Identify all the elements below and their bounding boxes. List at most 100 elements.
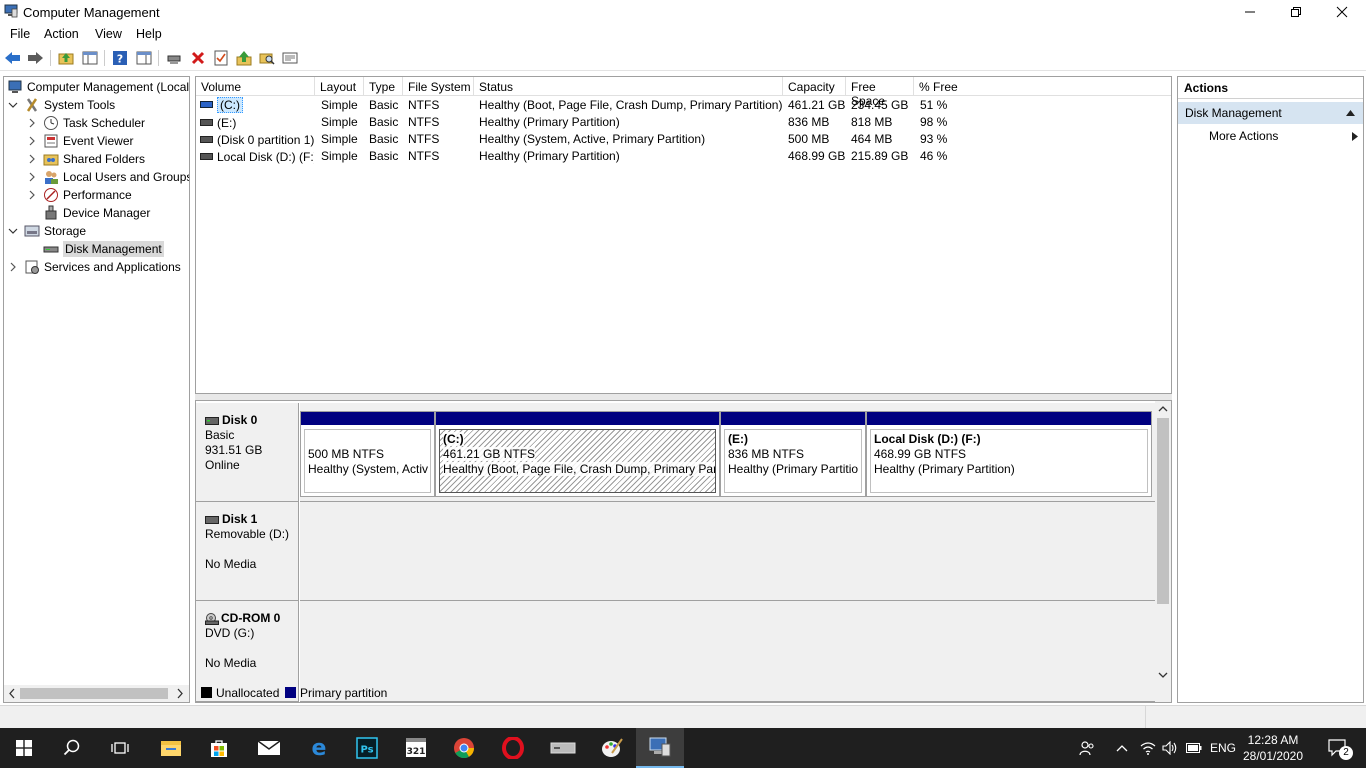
disk-0-row[interactable]: Disk 0 Basic 931.51 GB Online 500 MB NTF… bbox=[196, 403, 1156, 502]
clock-date: 28/01/2020 bbox=[1242, 749, 1304, 763]
tree-item-task-scheduler[interactable]: Task Scheduler bbox=[27, 114, 145, 132]
column-header-file-system[interactable]: File System bbox=[403, 77, 474, 96]
search-button[interactable] bbox=[258, 49, 276, 67]
tree-item-storage[interactable]: Storage bbox=[8, 222, 86, 240]
collapse-up-icon[interactable] bbox=[1346, 110, 1355, 116]
drive-icon bbox=[200, 115, 213, 126]
connect-button[interactable] bbox=[165, 49, 183, 67]
chevron-right-icon[interactable] bbox=[27, 118, 37, 128]
chevron-right-icon[interactable] bbox=[27, 136, 37, 146]
input-language-button[interactable]: ENG bbox=[1208, 728, 1238, 768]
partition-e[interactable]: (E:) 836 MB NTFS Healthy (Primary Partit… bbox=[720, 411, 866, 497]
column-header-free-space[interactable]: Free Space bbox=[846, 77, 914, 108]
disk-1-row[interactable]: Disk 1 Removable (D:) No Media bbox=[196, 502, 1156, 601]
scroll-up-icon[interactable] bbox=[1158, 405, 1168, 413]
column-header-percent-free[interactable]: % Free bbox=[914, 77, 1171, 96]
delete-button[interactable] bbox=[189, 49, 207, 67]
clock[interactable]: 12:28 AM 28/01/2020 bbox=[1238, 732, 1308, 764]
chevron-right-icon[interactable] bbox=[8, 262, 18, 272]
chevron-right-icon[interactable] bbox=[27, 172, 37, 182]
column-header-layout[interactable]: Layout bbox=[315, 77, 364, 96]
disk-0-label[interactable]: Disk 0 Basic 931.51 GB Online bbox=[196, 403, 299, 502]
opera-button[interactable] bbox=[489, 728, 537, 768]
up-arrow-button[interactable] bbox=[235, 49, 253, 67]
scroll-right-icon[interactable] bbox=[175, 688, 185, 699]
partition-d-f[interactable]: Local Disk (D:) (F:) 468.99 GB NTFS Heal… bbox=[866, 411, 1152, 497]
close-button[interactable] bbox=[1319, 0, 1365, 24]
export-list-button[interactable] bbox=[281, 49, 299, 67]
action-center-button[interactable]: 2 bbox=[1318, 728, 1358, 768]
disk-1-label[interactable]: Disk 1 Removable (D:) No Media bbox=[196, 502, 299, 601]
scrollbar-thumb[interactable] bbox=[1157, 418, 1169, 604]
minimize-button[interactable] bbox=[1227, 0, 1273, 24]
free-space-cell: 464 MB bbox=[851, 132, 893, 146]
tree-item-shared-folders[interactable]: Shared Folders bbox=[27, 150, 145, 168]
tree-horizontal-scrollbar[interactable] bbox=[4, 685, 189, 702]
scroll-left-icon[interactable] bbox=[7, 688, 17, 699]
disk-management-icon bbox=[43, 241, 59, 257]
chevron-right-icon[interactable] bbox=[27, 154, 37, 164]
file-explorer-button[interactable] bbox=[147, 728, 195, 768]
restore-button[interactable] bbox=[1273, 0, 1319, 24]
status-divider bbox=[1145, 706, 1146, 728]
title-bar: Computer Management bbox=[0, 0, 1366, 24]
mail-button[interactable] bbox=[245, 728, 293, 768]
menu-action[interactable]: Action bbox=[44, 27, 79, 41]
submenu-arrow-icon[interactable] bbox=[1352, 132, 1358, 141]
capacity-cell: 500 MB bbox=[788, 132, 830, 146]
edge-browser-button[interactable]: e bbox=[295, 728, 343, 768]
start-button[interactable] bbox=[0, 728, 48, 768]
tree-item-computer-management[interactable]: Computer Management (Local bbox=[7, 78, 189, 96]
disk-1-empty-area bbox=[300, 502, 1156, 601]
disk-view-vertical-scrollbar[interactable] bbox=[1155, 401, 1171, 702]
show-hide-action-pane-button[interactable] bbox=[135, 49, 153, 67]
up-one-level-button[interactable] bbox=[57, 49, 75, 67]
chrome-button[interactable] bbox=[440, 728, 488, 768]
actions-section-disk-management[interactable]: Disk Management bbox=[1178, 102, 1363, 124]
chevron-down-icon[interactable] bbox=[8, 226, 18, 236]
column-header-type[interactable]: Type bbox=[364, 77, 403, 96]
drive-app-button[interactable] bbox=[539, 728, 587, 768]
search-button[interactable] bbox=[48, 728, 96, 768]
computer-management-taskbar-button[interactable] bbox=[636, 728, 684, 768]
show-hide-console-tree-button[interactable] bbox=[81, 49, 99, 67]
tree-item-services-and-applications[interactable]: Services and Applications bbox=[8, 258, 181, 276]
media-player-button[interactable]: 321 bbox=[392, 728, 440, 768]
tree-item-disk-management[interactable]: Disk Management bbox=[43, 240, 164, 258]
chevron-down-icon[interactable] bbox=[8, 100, 18, 110]
properties-button[interactable] bbox=[212, 49, 230, 67]
window-title: Computer Management bbox=[23, 5, 160, 20]
tree-item-performance[interactable]: Performance bbox=[27, 186, 132, 204]
scrollbar-thumb[interactable] bbox=[20, 688, 168, 699]
free-space-cell: 215.89 GB bbox=[851, 149, 909, 163]
tree-item-device-manager[interactable]: Device Manager bbox=[43, 204, 150, 222]
back-button[interactable] bbox=[4, 49, 22, 67]
tree-item-event-viewer[interactable]: Event Viewer bbox=[27, 132, 133, 150]
menu-view[interactable]: View bbox=[95, 27, 122, 41]
forward-button[interactable] bbox=[26, 49, 44, 67]
column-header-capacity[interactable]: Capacity bbox=[783, 77, 846, 96]
store-button[interactable] bbox=[195, 728, 243, 768]
partition-system[interactable]: 500 MB NTFS Healthy (System, Activ bbox=[300, 411, 435, 497]
scroll-down-icon[interactable] bbox=[1158, 671, 1168, 679]
menu-help[interactable]: Help bbox=[136, 27, 162, 41]
tree-item-local-users-and-groups[interactable]: Local Users and Groups bbox=[27, 168, 189, 186]
more-actions-item[interactable]: More Actions bbox=[1209, 129, 1278, 143]
partition-c[interactable]: (C:) 461.21 GB NTFS Healthy (Boot, Page … bbox=[435, 411, 720, 497]
people-button[interactable] bbox=[1075, 728, 1099, 768]
paint-app-button[interactable] bbox=[588, 728, 636, 768]
column-header-volume[interactable]: Volume bbox=[196, 77, 315, 96]
network-button[interactable] bbox=[1138, 728, 1158, 768]
primary-partition-band bbox=[867, 412, 1151, 425]
computer-icon bbox=[7, 79, 23, 95]
photoshop-button[interactable]: Ps bbox=[343, 728, 391, 768]
column-header-status[interactable]: Status bbox=[474, 77, 783, 96]
help-button[interactable]: ? bbox=[111, 49, 129, 67]
chevron-right-icon[interactable] bbox=[27, 190, 37, 200]
menu-file[interactable]: File bbox=[10, 27, 30, 41]
battery-button[interactable] bbox=[1184, 728, 1204, 768]
show-hidden-icons-button[interactable] bbox=[1112, 728, 1132, 768]
tree-item-system-tools[interactable]: System Tools bbox=[8, 96, 115, 114]
task-view-button[interactable] bbox=[96, 728, 144, 768]
volume-button[interactable] bbox=[1160, 728, 1180, 768]
